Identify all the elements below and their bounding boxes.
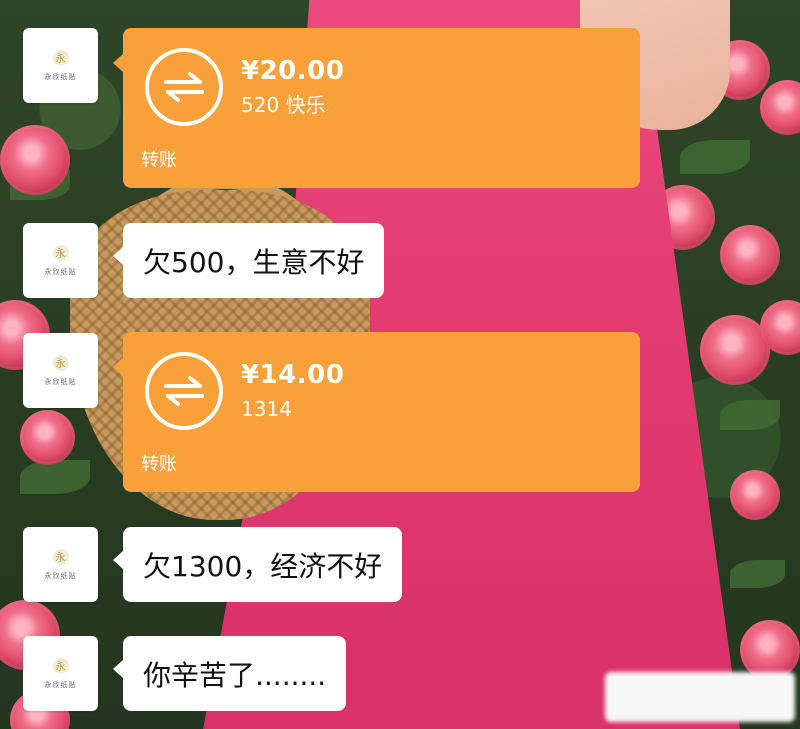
avatar-logo: 永 (52, 548, 69, 565)
avatar-caption: 永欣纸贴 (44, 267, 77, 276)
avatar-caption: 永欣纸贴 (44, 680, 77, 689)
avatar[interactable]: 永 永欣纸贴 (23, 333, 98, 408)
transfer-label: 转账 (141, 454, 177, 475)
transfer-note: 1314 (241, 397, 292, 421)
transfer-card[interactable]: ¥20.00 520 快乐 转账 (113, 28, 640, 188)
avatar-caption: 永欣纸贴 (44, 72, 77, 81)
message-bubble[interactable]: 欠1300，经济不好 (112, 527, 403, 602)
transfer-amount: ¥14.00 (241, 360, 345, 390)
transfer-amount: ¥20.00 (241, 56, 345, 86)
avatar-logo: 永 (52, 354, 69, 371)
chat-thread: 永 永欣纸贴 ¥20.00 520 快乐 转账 永 永欣纸贴 欠500，生意不好… (0, 0, 800, 729)
avatar-logo: 永 (52, 244, 69, 261)
transfer-arrows-icon (145, 352, 223, 430)
avatar[interactable]: 永 永欣纸贴 (23, 28, 98, 103)
message-bubble[interactable]: 欠500，生意不好 (112, 223, 385, 298)
transfer-card[interactable]: ¥14.00 1314 转账 (113, 332, 640, 492)
avatar-caption: 永欣纸贴 (44, 571, 77, 580)
transfer-label: 转账 (141, 150, 177, 171)
avatar[interactable]: 永 永欣纸贴 (23, 636, 98, 711)
transfer-arrows-icon (145, 48, 223, 126)
avatar-logo: 永 (52, 657, 69, 674)
avatar[interactable]: 永 永欣纸贴 (23, 527, 98, 602)
avatar[interactable]: 永 永欣纸贴 (23, 223, 98, 298)
avatar-caption: 永欣纸贴 (44, 377, 77, 386)
avatar-logo: 永 (52, 49, 69, 66)
transfer-note: 520 快乐 (241, 93, 326, 117)
message-bubble[interactable]: 你辛苦了........ (112, 636, 347, 711)
